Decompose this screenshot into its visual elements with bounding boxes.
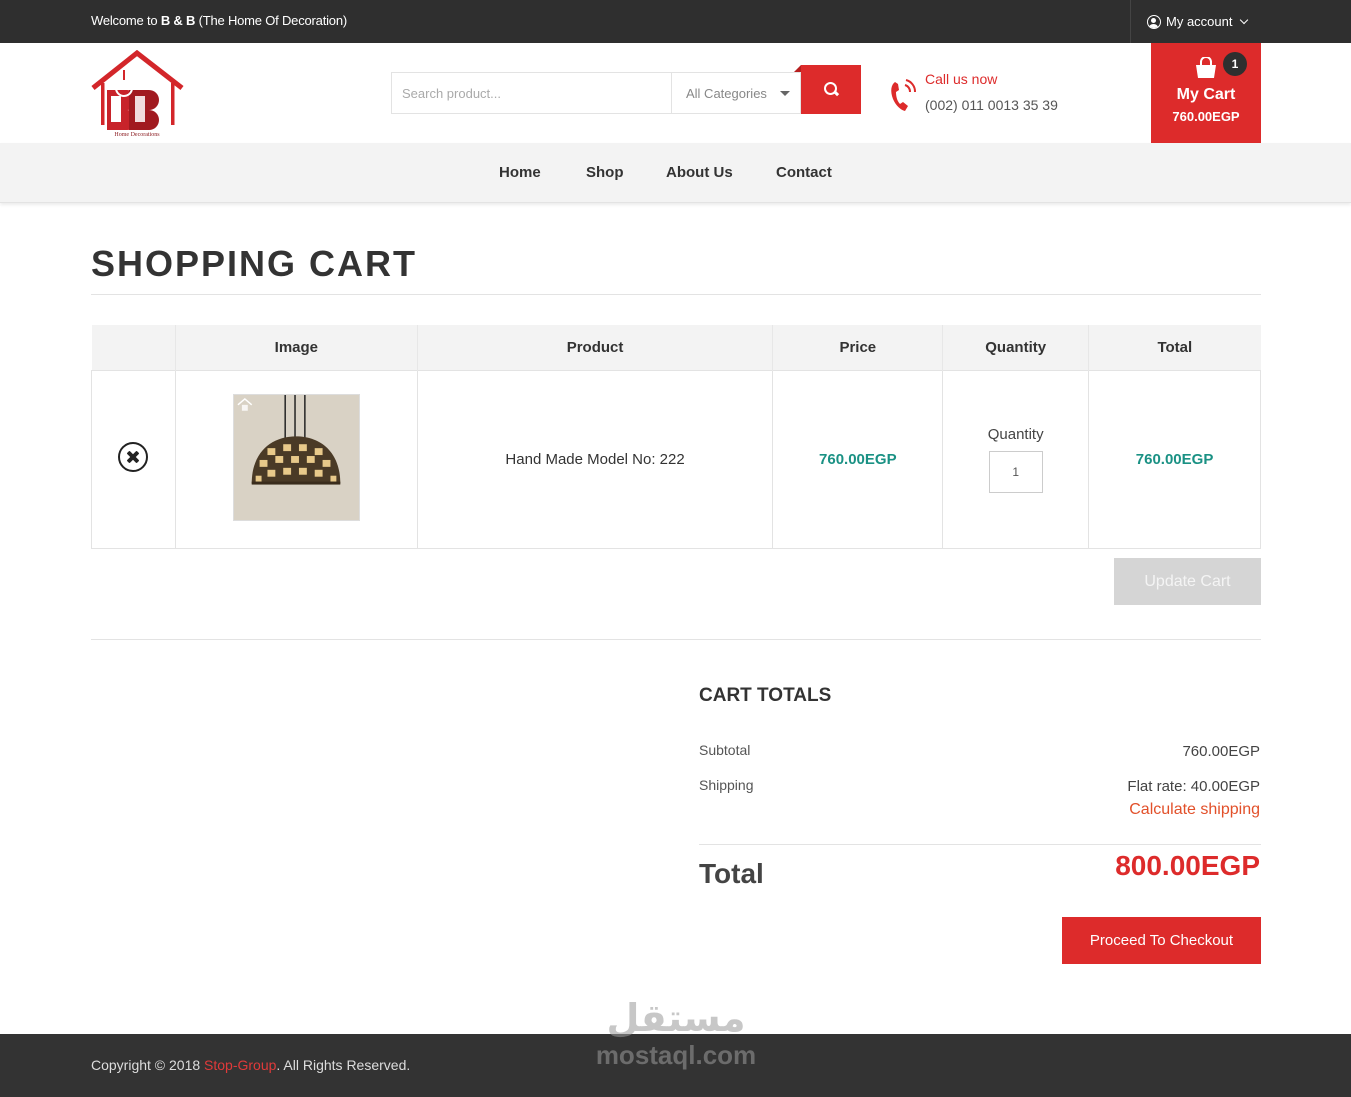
- nav-home[interactable]: Home: [499, 164, 541, 181]
- page-title: SHOPPING CART: [91, 243, 418, 284]
- main-nav: Home Shop About Us Contact: [0, 143, 1351, 203]
- image-cell: [174, 369, 418, 549]
- quantity-input[interactable]: [988, 450, 1043, 493]
- item-total: 760.00EGP: [1135, 450, 1214, 468]
- subtotal-label: Subtotal: [699, 742, 751, 758]
- nav-shop[interactable]: Shop: [586, 164, 624, 181]
- my-account-label: My account: [1166, 14, 1233, 29]
- mini-cart-amount: 760.00EGP: [1172, 109, 1240, 124]
- my-account-menu[interactable]: My account: [1130, 0, 1351, 43]
- product-image[interactable]: [232, 393, 360, 521]
- phone-number[interactable]: (002) 011 0013 35 39: [925, 97, 1058, 113]
- watermark: مستقل mostaql.com: [594, 995, 758, 1075]
- quantity-label: Quantity: [987, 425, 1044, 443]
- mini-cart[interactable]: 1 My Cart 760.00EGP: [1151, 43, 1261, 143]
- divider: [699, 844, 1261, 845]
- mini-cart-title: My Cart: [1176, 86, 1236, 103]
- table-header-row: Image Product Price Quantity Total: [91, 325, 1261, 370]
- watermark-latin: mostaql.com: [595, 1040, 757, 1070]
- remove-item-icon[interactable]: [118, 442, 149, 472]
- shipping-label: Shipping: [699, 777, 754, 793]
- welcome-message: Welcome to B & B (The Home Of Decoration…: [91, 13, 347, 28]
- col-quantity: Quantity: [942, 325, 1089, 370]
- search-bar: All Categories: [391, 72, 801, 114]
- cart-count-badge: 1: [1223, 52, 1247, 76]
- col-image: Image: [174, 325, 418, 370]
- copyright-prefix: Copyright © 2018: [91, 1057, 205, 1073]
- welcome-brand: B & B: [160, 13, 196, 28]
- welcome-suffix: (The Home Of Decoration): [195, 13, 348, 28]
- table-row: Hand Made Model No: 222 760.00EGP Quanti…: [91, 369, 1261, 549]
- price-cell: 760.00EGP: [772, 369, 944, 549]
- copyright-brand-link[interactable]: Stop-Group: [204, 1057, 276, 1073]
- caret-down-icon: [780, 91, 790, 96]
- nav-contact[interactable]: Contact: [776, 164, 832, 181]
- shipping-value: Flat rate: 40.00EGP: [1127, 778, 1260, 795]
- call-us-label: Call us now: [925, 71, 998, 87]
- shopping-bag-icon: [1196, 57, 1216, 78]
- item-price: 760.00EGP: [819, 450, 897, 468]
- user-circle-icon: [1147, 14, 1161, 29]
- copyright-suffix: . All Rights Reserved.: [276, 1057, 411, 1073]
- search-icon: [823, 82, 839, 97]
- site-logo[interactable]: Home Decorations: [91, 50, 184, 138]
- search-input[interactable]: [392, 73, 672, 113]
- cart-totals-title: CART TOTALS: [699, 685, 832, 706]
- col-price: Price: [772, 325, 943, 370]
- nav-about-us[interactable]: About Us: [666, 164, 733, 181]
- watermark-arabic: مستقل: [606, 996, 746, 1040]
- order-total-label: Total: [699, 858, 764, 889]
- search-button[interactable]: [794, 65, 861, 114]
- order-total-value: 800.00EGP: [1115, 850, 1260, 881]
- col-product: Product: [416, 325, 773, 370]
- copyright-text: Copyright © 2018 Stop-Group. All Rights …: [91, 1057, 410, 1073]
- proceed-to-checkout-button[interactable]: Proceed To Checkout: [1062, 917, 1261, 964]
- site-header: Home Decorations All Categories Call us …: [0, 43, 1351, 143]
- total-cell: 760.00EGP: [1088, 369, 1261, 549]
- cart-table: Image Product Price Quantity Total Hand …: [91, 325, 1261, 549]
- phone-icon: [891, 79, 917, 111]
- subtotal-value: 760.00EGP: [1182, 743, 1260, 760]
- product-name[interactable]: Hand Made Model No: 222: [416, 369, 774, 549]
- logo-tagline: Home Decorations: [114, 132, 160, 138]
- col-remove: [91, 325, 176, 370]
- remove-cell: [91, 369, 176, 549]
- chevron-down-icon: [1240, 15, 1249, 25]
- divider: [91, 639, 1261, 640]
- quantity-cell: Quantity: [942, 369, 1090, 549]
- divider: [91, 294, 1261, 295]
- top-bar: Welcome to B & B (The Home Of Decoration…: [0, 0, 1351, 43]
- welcome-prefix: Welcome to: [91, 13, 161, 28]
- category-selected: All Categories: [686, 85, 767, 101]
- update-cart-button[interactable]: Update Cart: [1114, 558, 1261, 605]
- col-total: Total: [1088, 325, 1261, 370]
- calculate-shipping-link[interactable]: Calculate shipping: [1129, 801, 1260, 819]
- category-select[interactable]: All Categories: [672, 73, 800, 113]
